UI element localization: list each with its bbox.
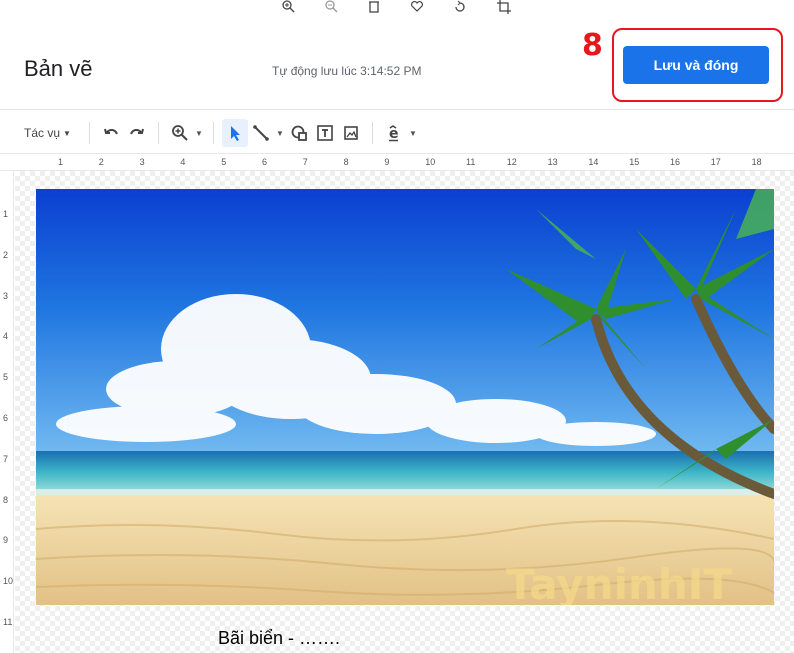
actions-menu-label: Tác vụ (24, 126, 61, 140)
ruler-number: 7 (302, 157, 308, 167)
ruler-number: 18 (751, 157, 762, 167)
beach-image[interactable]: TayninhIT (36, 189, 774, 605)
line-tool-button[interactable] (248, 119, 274, 147)
ruler-number: 4 (180, 157, 186, 167)
textbox-icon (317, 125, 333, 141)
step-number-annotation: 8 (582, 28, 603, 63)
ruler-number: 7 (3, 453, 9, 464)
rotate-icon[interactable] (452, 0, 468, 14)
image-viewer-toolbar (0, 0, 794, 16)
heart-icon[interactable] (409, 0, 425, 14)
ruler-number: 15 (629, 157, 640, 167)
drawing-dialog: Bản vẽ Tự động lưu lúc 3:14:52 PM 8 Lưu … (0, 0, 794, 653)
horizontal-ruler: 1 2 3 4 5 6 7 8 9 10 11 12 13 14 15 16 17 18 (0, 153, 794, 171)
select-tool-button[interactable] (221, 119, 248, 147)
line-dropdown-icon[interactable]: ▼ (274, 119, 286, 147)
delete-icon[interactable] (366, 0, 382, 14)
toolbar-divider (88, 122, 90, 144)
ruler-number: 2 (3, 249, 9, 260)
ruler-number: 2 (98, 157, 104, 167)
line-icon (253, 125, 269, 141)
watermark-text: TayninhIT (506, 560, 732, 605)
ruler-number: 12 (506, 157, 517, 167)
image-tool-button[interactable] (338, 119, 364, 147)
ruler-number: 1 (3, 209, 9, 219)
save-and-close-button[interactable]: Lưu và đóng (623, 46, 769, 84)
ruler-number: 8 (3, 494, 9, 505)
redo-button[interactable] (124, 119, 150, 147)
zoom-out-icon[interactable] (323, 0, 339, 14)
ruler-number: 9 (384, 157, 390, 167)
beach-picture: TayninhIT (36, 189, 774, 605)
ruler-number: 16 (670, 157, 681, 167)
zoom-icon (172, 125, 188, 141)
ruler-number: 11 (466, 157, 476, 167)
shape-tool-button[interactable] (286, 119, 312, 147)
ruler-number: 14 (588, 157, 599, 167)
toolbar-divider (212, 122, 214, 144)
undo-icon (103, 128, 118, 135)
image-caption: Bãi biển - ……. (218, 628, 341, 648)
ruler-number: 17 (710, 157, 721, 167)
zoom-in-icon[interactable] (280, 0, 296, 14)
drawing-toolbar: Tác vụ ▼ ▼ ▼ e ▼ (0, 113, 794, 153)
dialog-title: Bản vẽ (24, 56, 93, 81)
ruler-number: 3 (3, 290, 9, 301)
ruler-number: 3 (139, 157, 145, 167)
ruler-number: 1 (58, 157, 64, 167)
chevron-down-icon: ▼ (63, 128, 71, 138)
autosave-status: Tự động lưu lúc 3:14:52 PM (272, 64, 422, 78)
redo-icon (130, 128, 144, 135)
select-icon (230, 126, 240, 141)
zoom-dropdown-icon[interactable]: ▼ (193, 119, 205, 147)
ruler-number: 10 (425, 157, 436, 167)
toolbar-divider (157, 122, 159, 144)
ruler-number: 13 (547, 157, 558, 167)
dialog-header: Bản vẽ Tự động lưu lúc 3:14:52 PM 8 Lưu … (0, 18, 794, 110)
crop-icon[interactable] (496, 0, 512, 14)
ruler-number: 10 (3, 576, 14, 587)
ruler-number: 6 (262, 157, 268, 167)
undo-button[interactable] (98, 119, 124, 147)
ruler-number: 5 (3, 372, 9, 383)
font-icon: e (388, 125, 398, 142)
ruler-number: 6 (3, 413, 9, 423)
shape-icon (291, 125, 307, 141)
ruler-number: 5 (221, 157, 227, 167)
ruler-number: 11 (3, 617, 13, 627)
font-dropdown-icon[interactable]: ▼ (407, 119, 419, 147)
actions-menu[interactable]: Tác vụ ▼ (24, 119, 71, 147)
image-icon (344, 126, 358, 140)
textbox-tool-button[interactable] (312, 119, 338, 147)
zoom-button[interactable] (167, 119, 193, 147)
ruler-number: 8 (343, 157, 349, 167)
font-tool-button[interactable]: e (381, 119, 407, 147)
ruler-number: 4 (3, 331, 9, 342)
ruler-number: 9 (3, 535, 9, 546)
toolbar-divider (371, 122, 373, 144)
vertical-ruler: 1 2 3 4 5 6 7 8 9 10 11 (0, 171, 14, 653)
